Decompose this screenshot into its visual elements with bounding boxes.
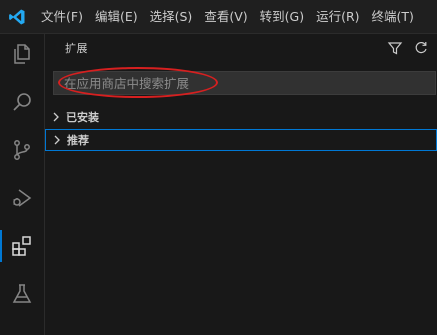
section-label: 已安装 <box>66 111 99 124</box>
menu-run[interactable]: 运行(R) <box>310 0 365 33</box>
menu-terminal[interactable]: 终端(T) <box>366 0 420 33</box>
extensions-icon[interactable] <box>0 226 44 266</box>
sidebar-header: 扩展 <box>45 34 437 62</box>
menu-view[interactable]: 查看(V) <box>198 0 253 33</box>
section-label: 推荐 <box>67 134 89 147</box>
filter-icon[interactable] <box>385 38 405 58</box>
menu-selection[interactable]: 选择(S) <box>144 0 199 33</box>
source-control-icon[interactable] <box>0 130 44 170</box>
vscode-logo-icon <box>7 7 27 27</box>
chevron-right-icon <box>48 109 64 125</box>
extension-search-input[interactable] <box>54 72 435 94</box>
explorer-icon[interactable] <box>0 34 44 74</box>
run-debug-icon[interactable] <box>0 178 44 218</box>
menu-file[interactable]: 文件(F) <box>35 0 89 33</box>
menu-go[interactable]: 转到(G) <box>254 0 310 33</box>
sidebar-title: 扩展 <box>65 42 88 55</box>
activity-bar <box>0 34 45 335</box>
title-bar: 文件(F) 编辑(E) 选择(S) 查看(V) 转到(G) 运行(R) 终端(T… <box>0 0 437 34</box>
extension-search-box <box>53 71 436 95</box>
search-icon[interactable] <box>0 82 44 122</box>
menu-edit[interactable]: 编辑(E) <box>89 0 144 33</box>
section-recommended[interactable]: 推荐 <box>45 129 437 151</box>
chevron-right-icon <box>49 132 65 148</box>
refresh-icon[interactable] <box>411 38 431 58</box>
extensions-sidebar: 扩展 已安装 <box>45 34 437 335</box>
testing-icon[interactable] <box>0 274 44 314</box>
section-installed[interactable]: 已安装 <box>45 106 437 128</box>
